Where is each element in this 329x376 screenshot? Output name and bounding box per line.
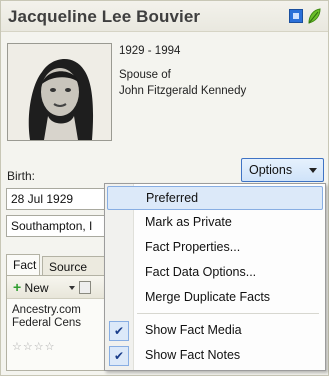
menu-item-show-fact-media[interactable]: ✔ Show Fact Media <box>107 319 323 343</box>
menu-item-label: Show Fact Notes <box>145 348 241 362</box>
menu-item-show-fact-notes[interactable]: ✔ Show Fact Notes <box>107 344 323 368</box>
life-dates: 1929 - 1994 <box>119 45 181 57</box>
options-button-label: Options <box>249 163 293 177</box>
fact-date-field[interactable]: 28 Jul 1929 <box>6 188 116 210</box>
tab-sources[interactable]: Source <box>42 256 112 276</box>
leaf-hint-icon[interactable] <box>307 8 321 24</box>
media-icon[interactable] <box>289 9 303 23</box>
add-icon: + <box>13 279 22 295</box>
menu-item-mark-private[interactable]: Mark as Private <box>107 211 323 235</box>
tab-fact[interactable]: Fact <box>6 254 40 276</box>
menu-item-label: Mark as Private <box>145 215 232 229</box>
person-photo[interactable] <box>7 43 112 141</box>
person-name: Jacqueline Lee Bouvier <box>8 7 201 26</box>
new-dropdown-icon[interactable] <box>69 286 75 290</box>
options-menu: Preferred Mark as Private Fact Propertie… <box>104 183 326 371</box>
source-rating-stars[interactable]: ☆☆☆☆ <box>12 340 55 353</box>
new-button-label: New <box>24 281 49 295</box>
source-title: Ancestry.com <box>12 304 81 316</box>
menu-item-label: Merge Duplicate Facts <box>145 290 271 304</box>
person-info: 1929 - 1994 Spouse of John Fitzgerald Ke… <box>119 43 246 99</box>
chevron-down-icon <box>309 168 317 173</box>
fact-type-label: Birth: <box>7 169 36 183</box>
new-button[interactable]: + New <box>13 279 49 295</box>
relation-label: Spouse of <box>119 69 171 81</box>
menu-item-fact-data-options[interactable]: Fact Data Options... <box>107 261 323 285</box>
menu-item-label: Preferred <box>146 191 199 205</box>
menu-item-merge-duplicates[interactable]: Merge Duplicate Facts <box>107 286 323 310</box>
menu-item-label: Fact Data Options... <box>145 265 257 279</box>
menu-item-fact-properties[interactable]: Fact Properties... <box>107 236 323 260</box>
source-item[interactable]: Ancestry.com Federal Cens <box>12 304 81 330</box>
menu-item-label: Fact Properties... <box>145 240 241 254</box>
link-source-icon[interactable] <box>79 281 91 294</box>
menu-separator <box>137 313 319 314</box>
options-button[interactable]: Options <box>241 158 324 182</box>
person-header: Jacqueline Lee Bouvier <box>1 1 328 32</box>
menu-item-preferred[interactable]: Preferred <box>107 186 323 210</box>
relation-person[interactable]: John Fitzgerald Kennedy <box>119 83 246 99</box>
source-subtitle: Federal Cens <box>12 317 82 329</box>
checkmark-icon: ✔ <box>109 346 129 366</box>
menu-item-label: Show Fact Media <box>145 323 242 337</box>
fact-place-field[interactable]: Southampton, I <box>6 215 116 237</box>
checkmark-icon: ✔ <box>109 321 129 341</box>
